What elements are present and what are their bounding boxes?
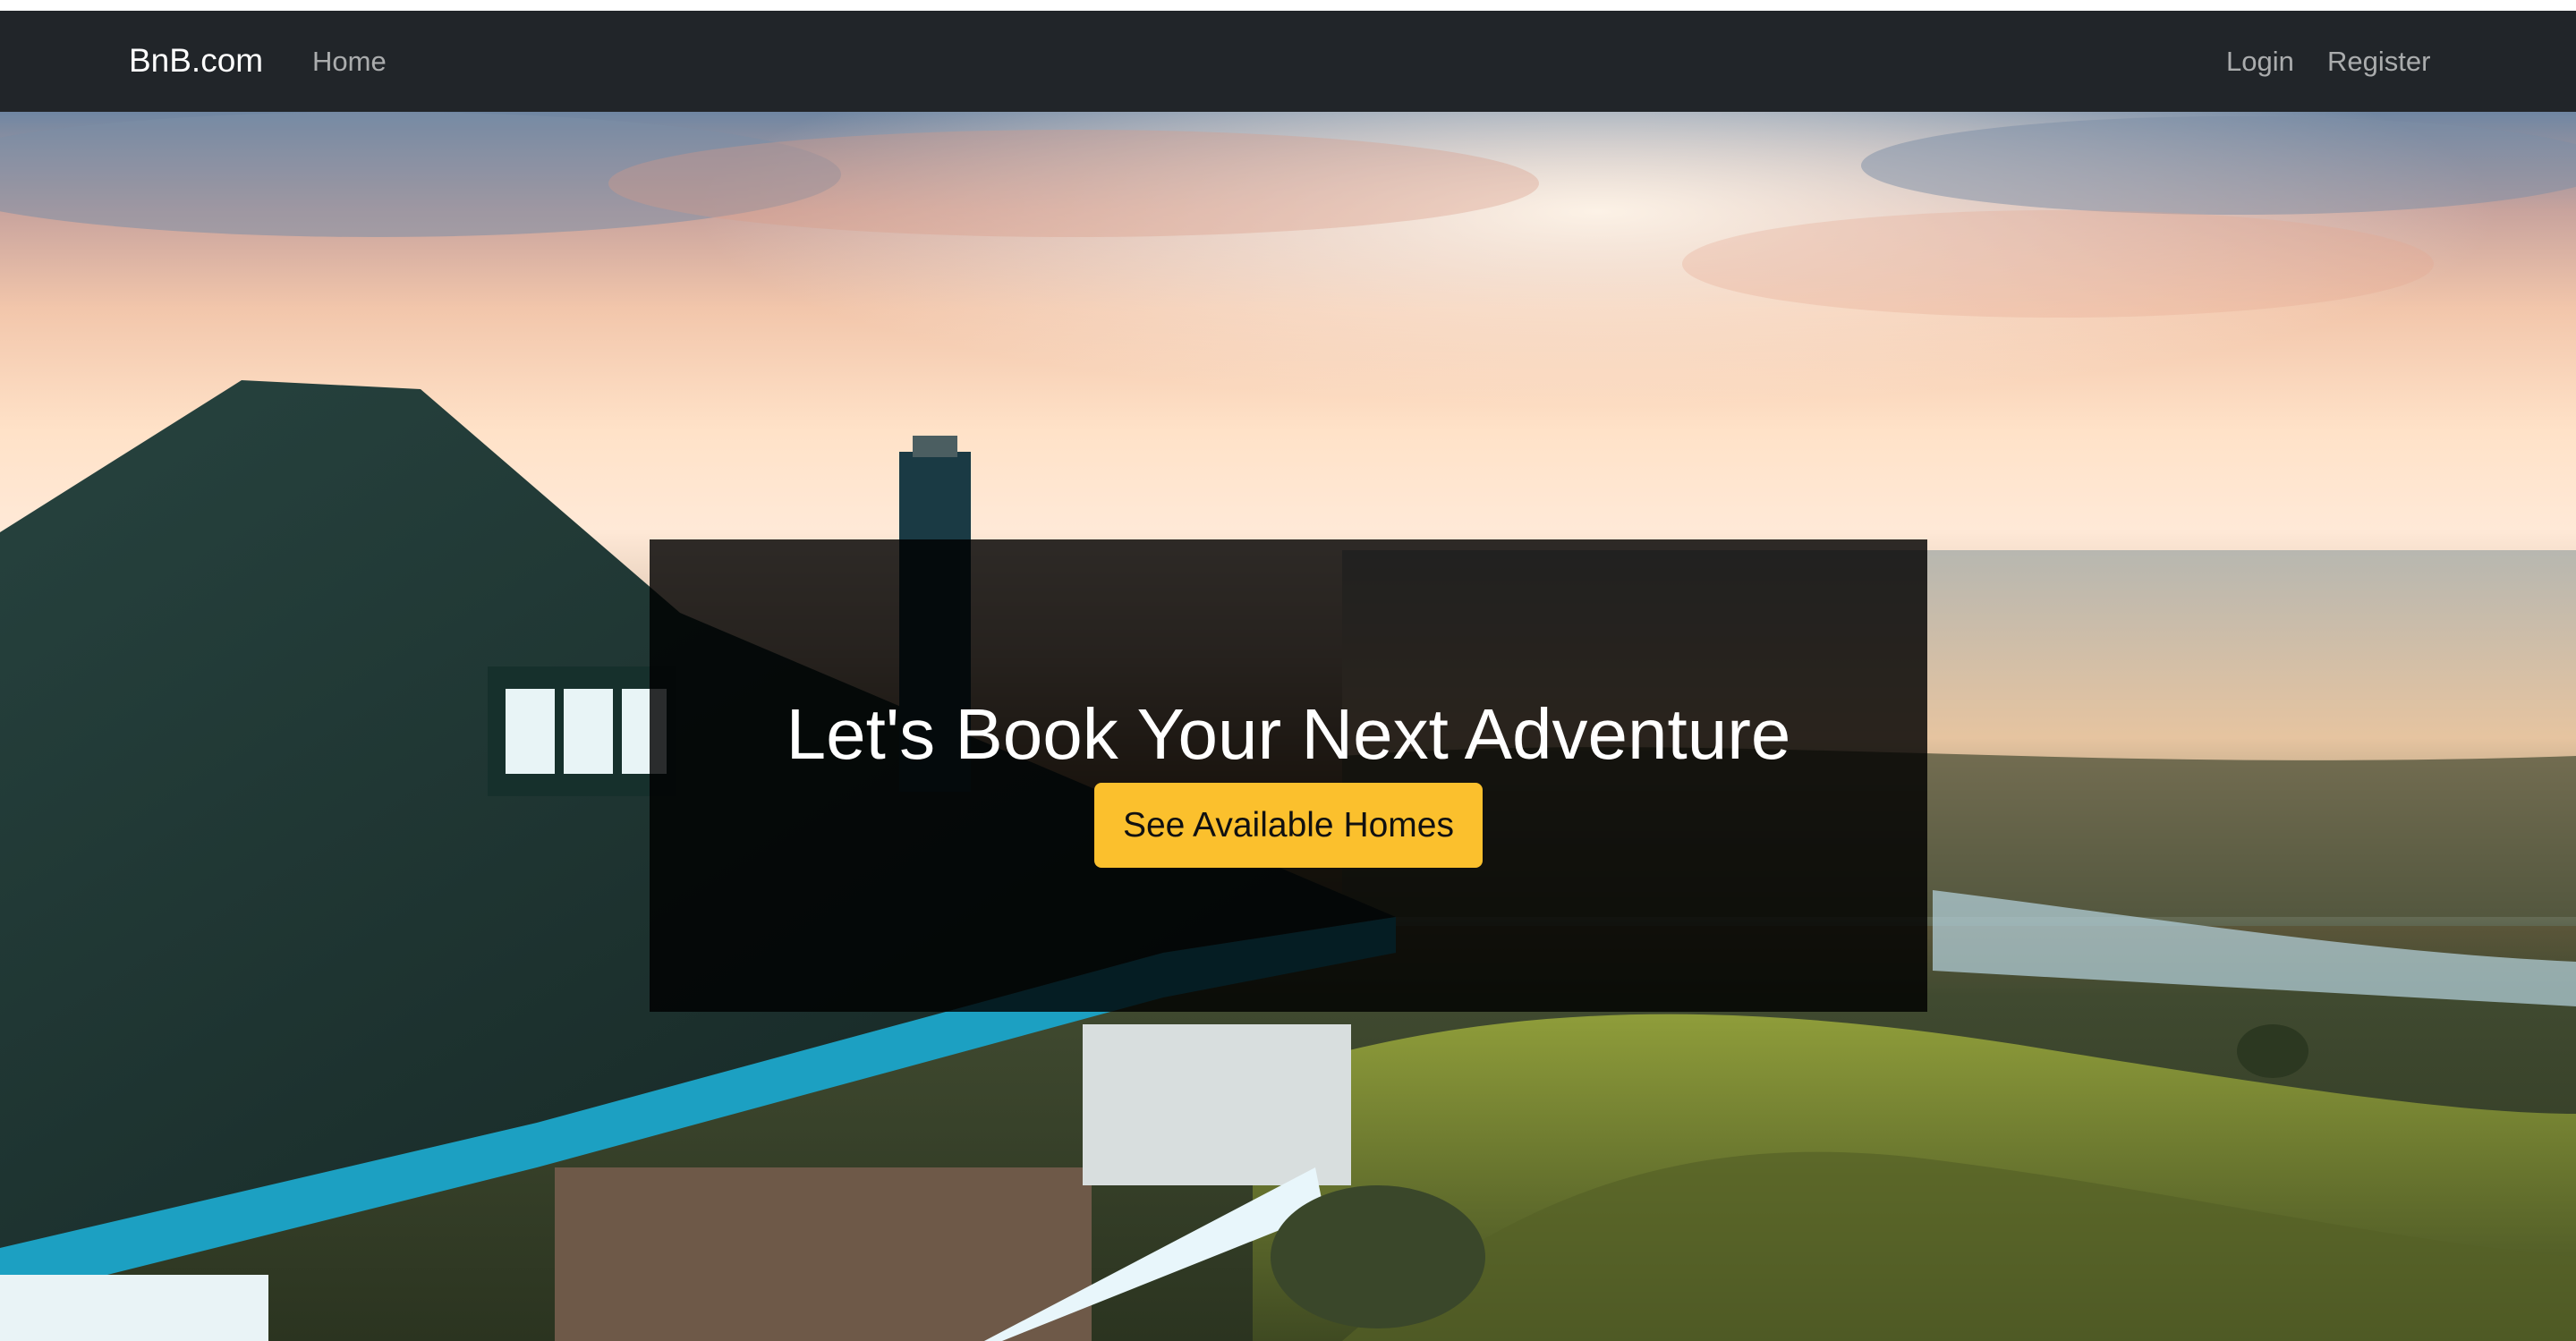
browser-top-strip: [0, 0, 2576, 11]
nav-home-link[interactable]: Home: [312, 45, 387, 78]
nav-login-link[interactable]: Login: [2226, 45, 2294, 78]
brand-link[interactable]: BnB.com: [129, 41, 263, 81]
hero-overlay-panel: Let's Book Your Next Adventure See Avail…: [650, 539, 1927, 1012]
navbar: BnB.com Home Login Register: [0, 11, 2576, 112]
nav-register-link[interactable]: Register: [2327, 45, 2430, 78]
hero-headline: Let's Book Your Next Adventure: [786, 694, 1791, 774]
hero-section: Let's Book Your Next Adventure See Avail…: [0, 112, 2576, 1341]
see-available-homes-button[interactable]: See Available Homes: [1094, 783, 1483, 868]
